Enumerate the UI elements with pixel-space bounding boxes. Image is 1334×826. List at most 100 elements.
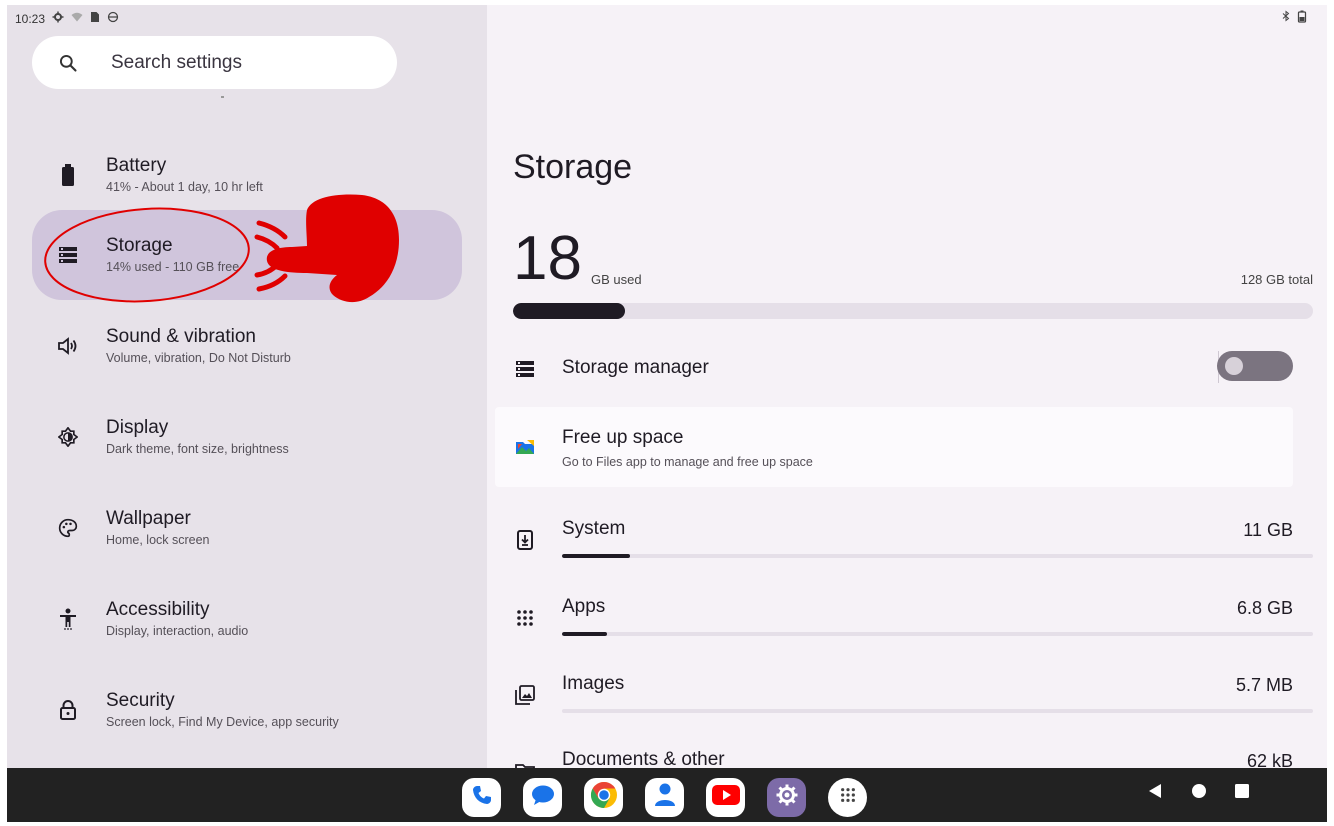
total-capacity: 128 GB total	[1240, 272, 1313, 287]
free-up-space-title: Free up space	[562, 427, 684, 448]
sidebar-item-subtitle: Home, lock screen	[106, 533, 210, 547]
category-usage-fill	[562, 554, 630, 558]
category-size: 5.7 MB	[1235, 675, 1293, 695]
sidebar-item-subtitle: 14% used - 110 GB free	[106, 260, 240, 274]
used-unit-label: GB used	[591, 272, 642, 287]
sidebar-item-wallpaper[interactable]: Wallpaper Home, lock screen	[32, 483, 462, 573]
app-drawer-icon	[840, 787, 856, 808]
storage-manager-row[interactable]: Storage manager	[495, 345, 1293, 393]
system-update-icon	[513, 528, 537, 552]
sim-icon	[90, 11, 100, 26]
sidebar-item-accessibility[interactable]: Accessibility Display, interaction, audi…	[32, 574, 462, 664]
sidebar-item-subtitle: Dark theme, font size, brightness	[106, 442, 289, 456]
taskbar-app-contacts[interactable]	[645, 778, 684, 817]
bluetooth-icon	[1281, 10, 1291, 26]
app-dock	[462, 778, 867, 817]
category-row-images[interactable]: Images 5.7 MB	[495, 665, 1313, 725]
sidebar-item-text: Accessibility Display, interaction, audi…	[106, 598, 248, 640]
used-amount: 18	[513, 224, 582, 293]
lock-icon	[56, 698, 80, 722]
wifi-icon	[71, 11, 83, 26]
category-row-system[interactable]: System 11 GB	[495, 510, 1313, 570]
category-size: 11 GB	[1243, 520, 1293, 540]
category-usage-fill	[562, 632, 608, 636]
vpn-icon	[107, 11, 119, 26]
storage-manager-label: Storage manager	[562, 357, 709, 378]
contacts-icon	[654, 782, 676, 813]
scroll-indicator	[221, 96, 224, 98]
sidebar-item-title: Storage	[106, 235, 173, 256]
search-input[interactable]: Search settings	[32, 36, 397, 89]
taskbar-app-chrome[interactable]	[584, 778, 623, 817]
sidebar-item-text: Display Dark theme, font size, brightnes…	[106, 416, 289, 458]
sidebar-item-subtitle: 41% - About 1 day, 10 hr left	[106, 180, 263, 194]
sidebar-item-title: Display	[106, 417, 169, 438]
youtube-icon	[711, 785, 740, 810]
category-size: 6.8 GB	[1236, 598, 1293, 618]
sidebar-item-title: Wallpaper	[106, 508, 191, 529]
category-usage-bar	[562, 632, 1313, 636]
brightness-icon	[56, 425, 80, 449]
chrome-icon	[590, 781, 618, 814]
free-up-space-row[interactable]: Free up space Go to Files app to manage …	[495, 407, 1293, 487]
settings-icon	[775, 783, 799, 812]
toggle-knob	[1225, 357, 1243, 375]
status-bar-left: 10:23	[15, 11, 119, 26]
folder-icon	[513, 759, 537, 768]
category-name: Apps	[562, 596, 606, 617]
sidebar-item-sound[interactable]: Sound & vibration Volume, vibration, Do …	[32, 301, 462, 391]
free-up-space-subtitle: Go to Files app to manage and free up sp…	[562, 455, 813, 469]
search-icon	[56, 51, 80, 75]
sidebar-item-text: Wallpaper Home, lock screen	[106, 507, 210, 549]
sidebar-item-text: Storage 14% used - 110 GB free	[106, 234, 239, 276]
palette-icon	[56, 516, 80, 540]
files-app-icon	[513, 435, 537, 459]
category-name: Documents & other	[562, 749, 725, 768]
taskbar-app-settings[interactable]	[767, 778, 806, 817]
settings-screen: 10:23 Search settings Battery 41% - Abou…	[7, 5, 1327, 822]
storage-icon	[513, 357, 537, 381]
messages-icon	[530, 783, 556, 812]
search-placeholder: Search settings	[111, 51, 242, 73]
storage-manager-toggle[interactable]	[1217, 351, 1293, 381]
phone-icon	[470, 783, 494, 812]
sidebar-item-battery[interactable]: Battery 41% - About 1 day, 10 hr left	[32, 130, 462, 220]
status-time: 10:23	[15, 11, 46, 26]
sidebar-item-subtitle: Screen lock, Find My Device, app securit…	[106, 715, 339, 729]
sidebar-item-storage[interactable]: Storage 14% used - 110 GB free	[32, 210, 462, 300]
accessibility-icon	[56, 607, 80, 631]
category-size: 62 kB	[1246, 751, 1293, 768]
sidebar-item-text: Battery 41% - About 1 day, 10 hr left	[106, 154, 263, 196]
category-row-apps[interactable]: Apps 6.8 GB	[495, 588, 1313, 648]
sidebar-item-title: Battery	[106, 155, 167, 176]
image-library-icon	[513, 683, 537, 707]
taskbar-app-messages[interactable]	[523, 778, 562, 817]
category-name: Images	[562, 673, 625, 694]
sidebar-item-title: Sound & vibration	[106, 326, 256, 347]
home-icon[interactable]	[1191, 783, 1207, 804]
taskbar	[7, 768, 1327, 822]
storage-usage-bar	[513, 303, 1313, 319]
sidebar-item-text: Sound & vibration Volume, vibration, Do …	[106, 325, 291, 367]
taskbar-app-drawer[interactable]	[828, 778, 867, 817]
storage-icon	[56, 243, 80, 267]
volume-icon	[56, 334, 80, 358]
category-usage-bar	[562, 554, 1313, 558]
recents-icon[interactable]	[1235, 784, 1249, 803]
apps-grid-icon	[513, 606, 537, 630]
settings-sidebar: Search settings Battery 41% - About 1 da…	[7, 5, 487, 768]
sidebar-item-security[interactable]: Security Screen lock, Find My Device, ap…	[32, 665, 462, 755]
gear-icon	[52, 11, 64, 26]
page-title: Storage	[513, 148, 633, 186]
category-row-documents[interactable]: Documents & other 62 kB	[495, 743, 1293, 768]
taskbar-app-youtube[interactable]	[706, 778, 745, 817]
back-icon[interactable]	[1147, 783, 1163, 804]
category-usage-bar	[562, 709, 1313, 713]
sidebar-item-title: Accessibility	[106, 599, 210, 620]
sidebar-item-subtitle: Volume, vibration, Do Not Disturb	[106, 351, 291, 365]
taskbar-app-phone[interactable]	[462, 778, 501, 817]
sidebar-item-subtitle: Display, interaction, audio	[106, 624, 249, 638]
sidebar-item-display[interactable]: Display Dark theme, font size, brightnes…	[32, 392, 462, 482]
sidebar-item-text: Security Screen lock, Find My Device, ap…	[106, 689, 339, 731]
battery-icon	[56, 163, 80, 187]
